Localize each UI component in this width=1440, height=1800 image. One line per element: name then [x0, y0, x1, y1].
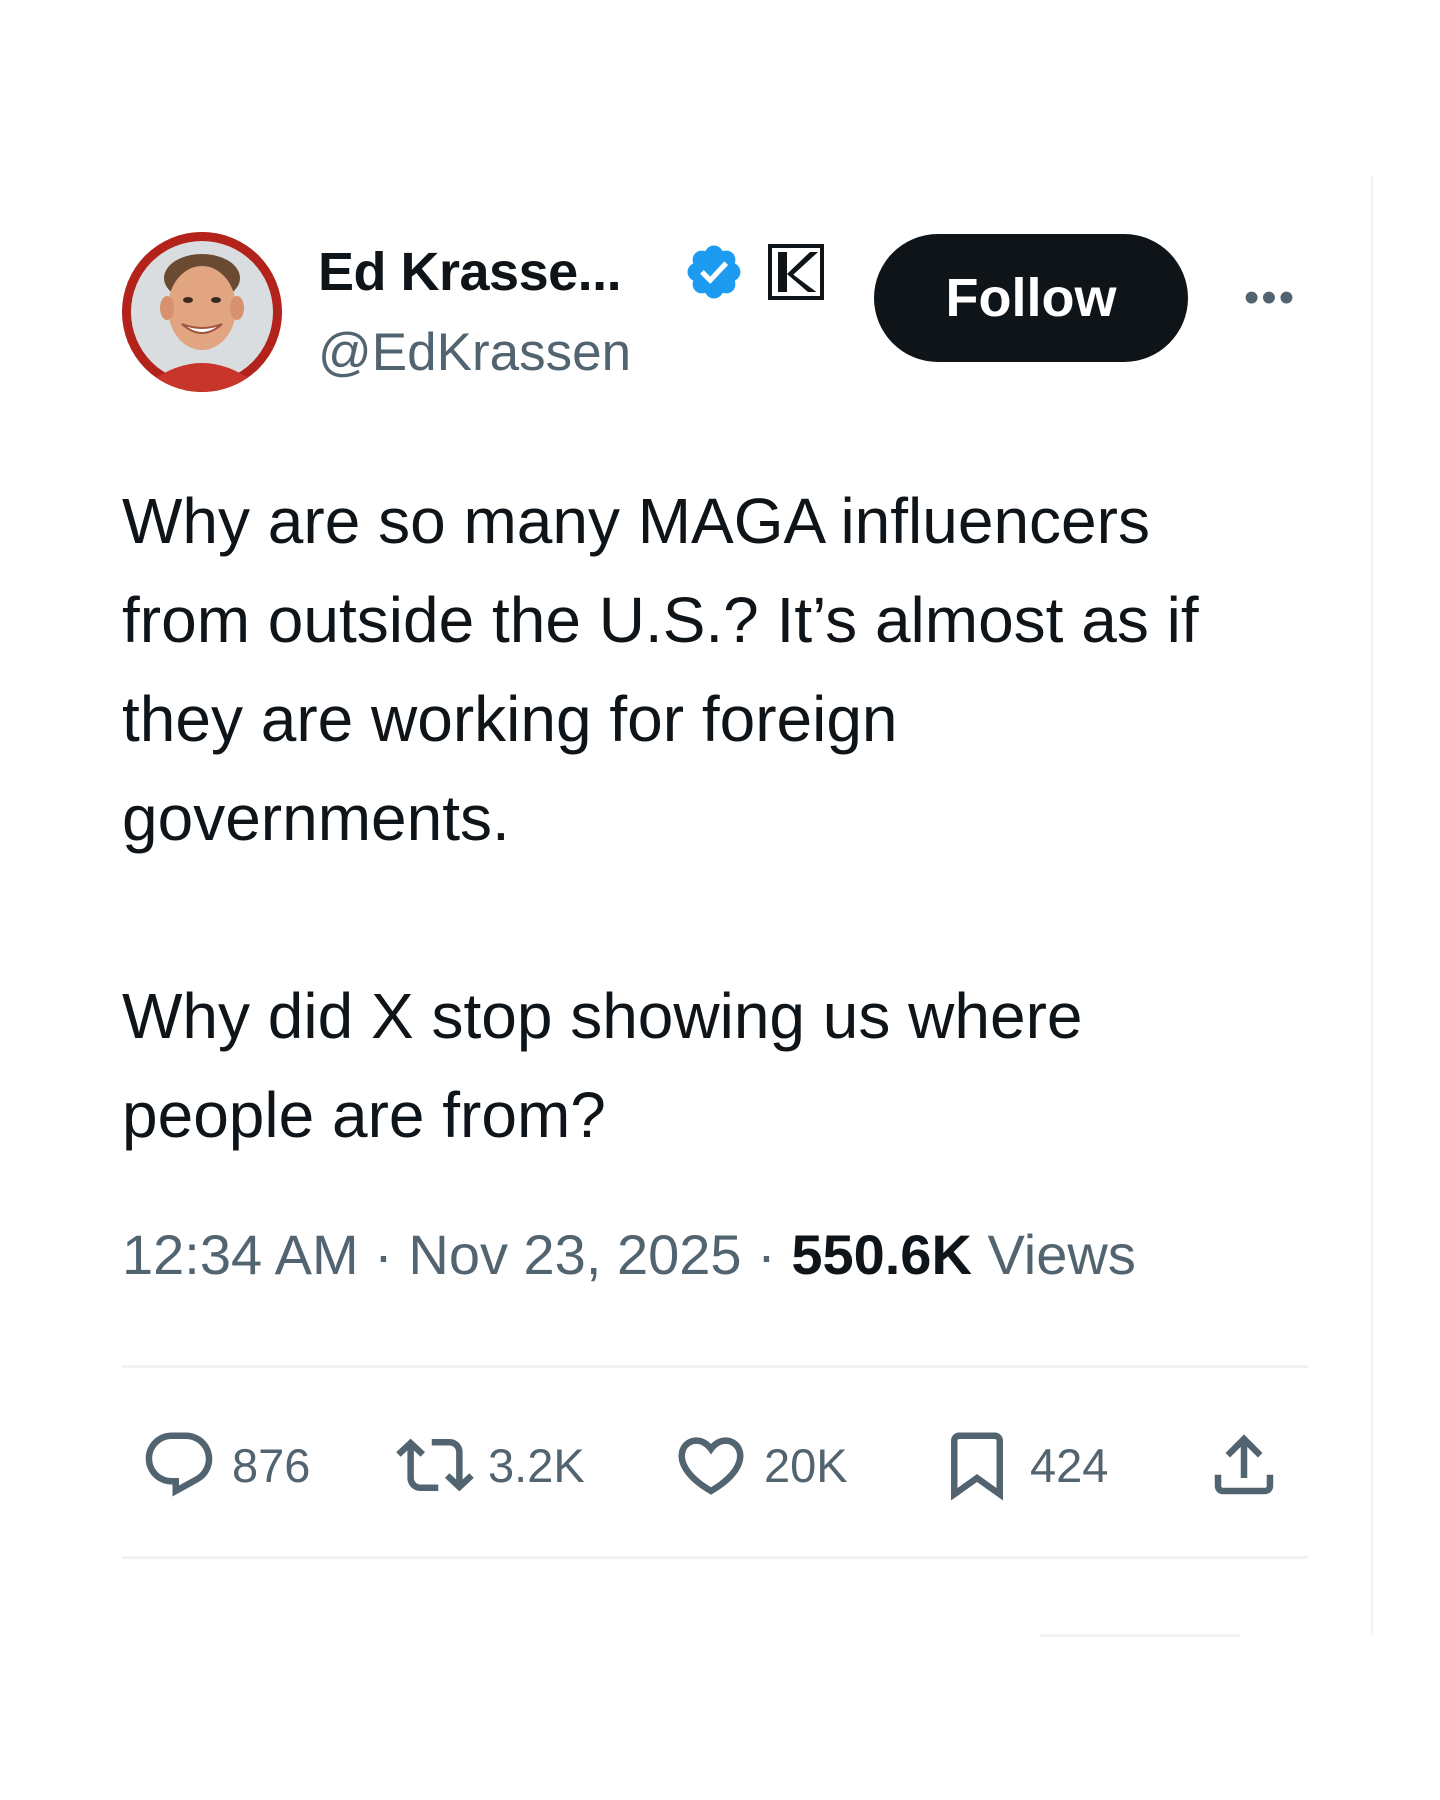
tweet-card: Ed Krasse... @EdKrassen Follow ••• Why a…	[0, 0, 1440, 1800]
tweet-paragraph: Why did X stop showing us where people a…	[122, 980, 1083, 1151]
views-count[interactable]: 550.6K	[791, 1223, 972, 1286]
tweet-date[interactable]: Nov 23, 2025	[408, 1223, 741, 1286]
tweet-paragraph: Why are so many MAGA influencers from ou…	[122, 485, 1199, 854]
repost-button[interactable]: 3.2K	[396, 1425, 585, 1505]
repost-count: 3.2K	[488, 1438, 585, 1492]
like-button[interactable]: 20K	[672, 1425, 848, 1505]
bookmark-button[interactable]: 424	[938, 1425, 1108, 1505]
next-item-edge	[1040, 1634, 1240, 1637]
timeline-border	[1371, 175, 1373, 1635]
repost-icon	[396, 1438, 474, 1492]
user-handle[interactable]: @EdKrassen	[318, 322, 631, 383]
verified-badge-icon	[687, 245, 741, 299]
views-label: Views	[987, 1223, 1136, 1286]
reply-count: 876	[232, 1438, 311, 1492]
reply-icon	[145, 1432, 213, 1497]
more-options-icon[interactable]: •••	[1228, 270, 1312, 326]
divider	[122, 1556, 1308, 1559]
avatar[interactable]	[122, 232, 282, 392]
bookmark-icon	[951, 1432, 1003, 1501]
tweet-time[interactable]: 12:34 AM	[122, 1223, 359, 1286]
share-icon	[1214, 1434, 1274, 1495]
divider	[122, 1365, 1308, 1368]
like-count: 20K	[764, 1438, 848, 1492]
display-name[interactable]: Ed Krasse...	[318, 241, 622, 303]
share-button[interactable]	[1205, 1425, 1283, 1505]
follow-button[interactable]: Follow	[874, 234, 1188, 362]
heart-icon	[678, 1437, 744, 1495]
bookmark-count: 424	[1030, 1438, 1109, 1492]
tweet-metadata: 12:34 AM · Nov 23, 2025 · 550.6K Views	[122, 1222, 1136, 1287]
meta-separator: ·	[757, 1223, 776, 1286]
meta-separator: ·	[374, 1223, 393, 1286]
k-affiliate-badge-icon[interactable]	[768, 244, 824, 300]
tweet-text: Why are so many MAGA influencers from ou…	[122, 472, 1292, 1165]
reply-button[interactable]: 876	[140, 1425, 310, 1505]
